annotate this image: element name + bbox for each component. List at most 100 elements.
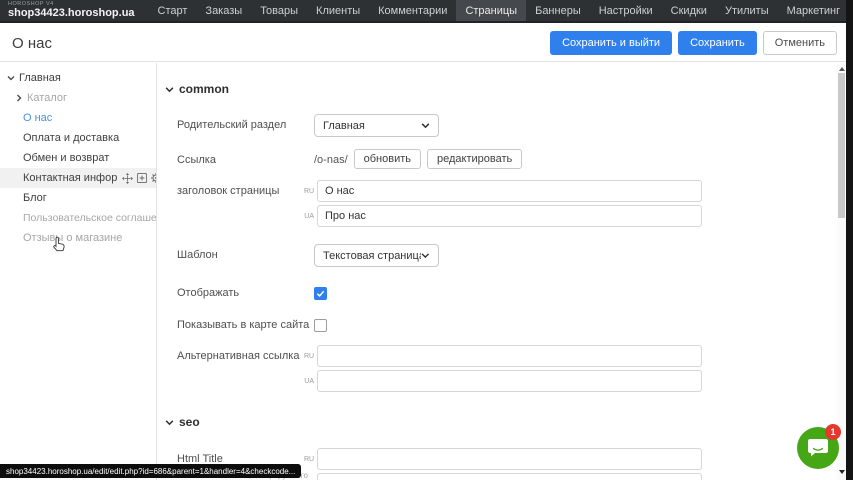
sidebar-item-contact-info[interactable]: Контактная инфор: [0, 168, 156, 188]
sidebar-item-label: Главная: [19, 72, 61, 84]
cancel-button[interactable]: Отменить: [763, 31, 837, 55]
field-label: Ссылка: [177, 154, 314, 167]
add-icon[interactable]: [137, 173, 147, 183]
move-icon[interactable]: [122, 173, 133, 184]
field-page-title: заголовок страницы RU UA: [158, 180, 837, 227]
menu-item-start[interactable]: Старт: [149, 0, 197, 21]
sidebar-item-blog[interactable]: Блог: [0, 188, 156, 208]
menu-item-products[interactable]: Товары: [251, 0, 307, 21]
html-title-ua-input[interactable]: [317, 473, 702, 480]
link-edit-button[interactable]: редактировать: [427, 149, 522, 169]
sidebar-item-exchange-return[interactable]: Обмен и возврат: [0, 148, 156, 168]
sidebar-item-label: Отзывы о магазине: [23, 232, 122, 244]
sidebar-item-payment-delivery[interactable]: Оплата и доставка: [0, 128, 156, 148]
chevron-down-icon: [7, 74, 15, 82]
section-header-common[interactable]: common: [165, 82, 837, 96]
app-logo: HOROSHOP V4 shop34423.horoshop.ua: [8, 0, 149, 21]
sidebar-item-catalog[interactable]: Каталог: [0, 88, 156, 108]
page-title: О нас: [12, 35, 52, 52]
sidebar-item-about[interactable]: О нас: [0, 108, 156, 128]
save-and-exit-button[interactable]: Сохранить и выйти: [550, 31, 672, 55]
select-value: Текстовая страница: [323, 250, 421, 262]
sidebar-item-label: Блог: [23, 192, 47, 204]
chevron-down-icon: [165, 418, 174, 427]
lang-ua-label: UA: [304, 378, 314, 392]
scrollbar-thumb[interactable]: [838, 73, 845, 218]
lang-ru-label: RU: [304, 353, 314, 367]
scrollbar-up-arrow[interactable]: [837, 65, 846, 73]
menu-item-settings[interactable]: Настройки: [590, 0, 662, 21]
menu-item-orders[interactable]: Заказы: [196, 0, 251, 21]
chat-unread-badge: 1: [825, 424, 841, 440]
menu-item-comments[interactable]: Комментарии: [369, 0, 456, 21]
field-template: Шаблон Текстовая страница: [158, 244, 837, 267]
template-select[interactable]: Текстовая страница: [314, 244, 439, 267]
field-label: Родительский раздел: [177, 119, 314, 132]
select-value: Главная: [323, 120, 421, 132]
shop-domain-label: shop34423.horoshop.ua: [8, 8, 135, 19]
field-label: Альтернативная ссылка: [177, 350, 304, 363]
section-header-seo[interactable]: seo: [165, 415, 837, 429]
field-parent-section: Родительский раздел Главная: [158, 114, 837, 137]
main-menu: Старт Заказы Товары Клиенты Комментарии …: [149, 0, 853, 21]
sidebar-item-label: Обмен и возврат: [23, 152, 109, 164]
page-header: О нас Сохранить и выйти Сохранить Отмени…: [0, 25, 846, 62]
parent-section-select[interactable]: Главная: [314, 114, 439, 137]
chevron-down-icon: [421, 121, 430, 130]
pages-tree-sidebar: Главная Каталог О нас Оплата и доставка …: [0, 63, 157, 480]
top-navigation-bar: HOROSHOP V4 shop34423.horoshop.ua Старт …: [0, 0, 853, 23]
menu-item-banners[interactable]: Баннеры: [526, 0, 590, 21]
sitemap-checkbox[interactable]: [314, 319, 327, 332]
html-title-ru-input[interactable]: [317, 448, 702, 470]
field-label: Шаблон: [177, 249, 314, 262]
sidebar-item-label: Каталог: [27, 92, 67, 104]
display-checkbox[interactable]: [314, 287, 327, 300]
chat-bubble-icon: [807, 438, 829, 458]
field-label: заголовок страницы: [177, 185, 304, 198]
sidebar-item-label: Контактная инфор: [23, 172, 117, 184]
field-sitemap: Показывать в карте сайта: [158, 318, 837, 332]
field-link: Ссылка /o-nas/ обновить редактировать: [158, 149, 837, 169]
page-title-ru-input[interactable]: [317, 180, 702, 202]
chevron-down-icon: [421, 251, 430, 260]
menu-item-clients[interactable]: Клиенты: [307, 0, 369, 21]
save-button[interactable]: Сохранить: [678, 31, 757, 55]
scrollbar-down-arrow[interactable]: [837, 468, 846, 476]
menu-item-utilities[interactable]: Утилиты: [716, 0, 778, 21]
link-update-button[interactable]: обновить: [354, 149, 421, 169]
link-value: /o-nas/: [314, 154, 348, 166]
lang-ru-label: RU: [304, 456, 314, 470]
check-icon: [316, 289, 325, 298]
chevron-right-icon: [15, 94, 23, 102]
field-alt-link: Альтернативная ссылка RU UA: [158, 345, 837, 392]
vertical-scrollbar[interactable]: [837, 63, 846, 480]
alt-link-ua-input[interactable]: [317, 370, 702, 392]
sidebar-item-store-reviews[interactable]: Отзывы о магазине: [0, 228, 156, 248]
menu-item-discounts[interactable]: Скидки: [662, 0, 716, 21]
field-label: Показывать в карте сайта: [177, 319, 314, 332]
sidebar-item-label: Оплата и доставка: [23, 132, 119, 144]
page-title-ua-input[interactable]: [317, 205, 702, 227]
settings-icon[interactable]: [151, 173, 156, 183]
sidebar-item-home[interactable]: Главная: [0, 68, 156, 88]
page-edit-form: common Родительский раздел Главная Ссылк…: [158, 63, 837, 480]
sidebar-item-label: О нас: [23, 112, 52, 124]
field-display: Отображать: [158, 286, 837, 300]
alt-link-ru-input[interactable]: [317, 345, 702, 367]
sidebar-item-user-agreement[interactable]: Пользовательское соглашение: [0, 208, 156, 228]
field-label: Отображать: [177, 287, 314, 300]
section-title: seo: [179, 415, 200, 429]
menu-item-pages[interactable]: Страницы: [456, 0, 526, 21]
section-title: common: [179, 82, 229, 96]
lang-ru-label: RU: [304, 188, 314, 202]
chat-widget-button[interactable]: 1: [797, 427, 839, 469]
chevron-down-icon: [165, 85, 174, 94]
header-actions: Сохранить и выйти Сохранить Отменить: [550, 31, 837, 55]
screen-edge-strip: [846, 0, 853, 480]
app-window: HOROSHOP V4 shop34423.horoshop.ua Старт …: [0, 0, 853, 480]
menu-item-marketing[interactable]: Маркетинг: [778, 0, 849, 21]
lang-ua-label: UA: [304, 213, 314, 227]
link-url-statusbar: shop34423.horoshop.ua/edit/edit.php?id=6…: [0, 464, 301, 478]
sidebar-item-label: Пользовательское соглашение: [23, 212, 156, 224]
mouse-hand-cursor-icon: [52, 236, 67, 253]
